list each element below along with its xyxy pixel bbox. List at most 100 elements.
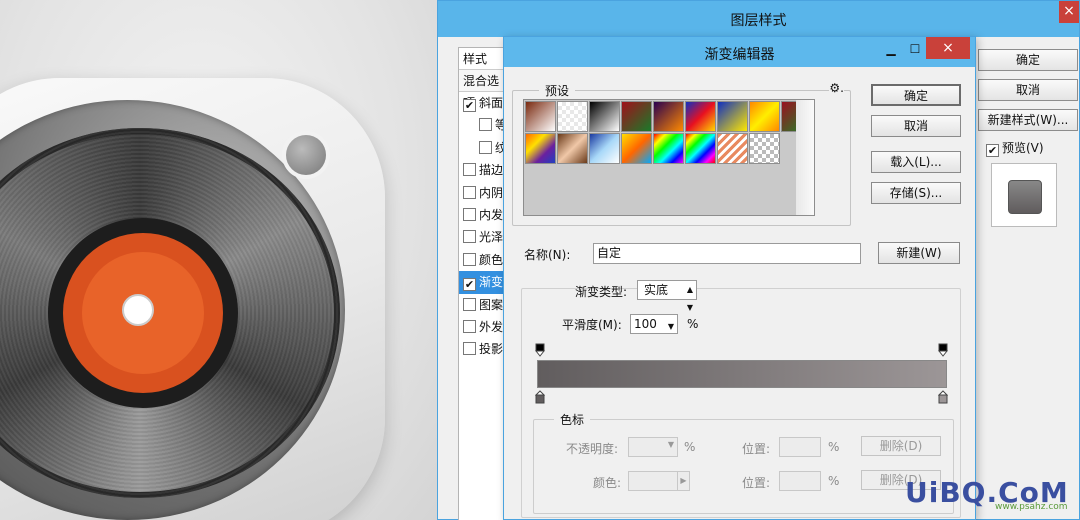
styles-header[interactable]: 样式 (459, 48, 507, 70)
checkbox[interactable] (463, 207, 476, 221)
gradient-cancel-button[interactable]: 取消 (871, 115, 961, 137)
style-item-label: 颜色 (479, 252, 504, 267)
style-item[interactable]: 外发 (459, 316, 507, 338)
opacity-stop-right[interactable] (938, 343, 948, 357)
layer-style-ok-button[interactable]: 确定 (978, 49, 1078, 71)
preset-swatch[interactable] (685, 133, 716, 164)
style-item-label: 投影 (479, 342, 504, 357)
opacity-input[interactable]: ▼ (628, 437, 678, 457)
check-icon[interactable]: ✔ (986, 144, 999, 157)
preview-swatch (1008, 180, 1042, 214)
preset-swatch[interactable] (653, 101, 684, 132)
presets-label: 预设 (539, 82, 576, 99)
preset-swatch[interactable] (525, 101, 556, 132)
style-preview (991, 163, 1057, 227)
style-item[interactable]: 描边 (459, 159, 507, 181)
layer-style-cancel-button[interactable]: 取消 (978, 79, 1078, 101)
load-button[interactable]: 载入(L)... (871, 151, 961, 173)
checkbox[interactable] (463, 163, 476, 177)
save-button[interactable]: 存储(S)... (871, 182, 961, 204)
gradient-editor-close-button[interactable]: × (926, 37, 970, 59)
preset-swatch[interactable] (589, 101, 620, 132)
style-item[interactable]: 纹 (459, 137, 507, 159)
style-item[interactable]: 颜色 (459, 249, 507, 271)
styles-list: 样式 混合选项 ✔斜面等纹描边内阴内发光泽颜色 ✔渐变图案外发投影 (458, 47, 508, 520)
color-stop-right[interactable] (938, 390, 948, 404)
preset-swatch[interactable] (717, 133, 748, 164)
new-style-button[interactable]: 新建样式(W)... (978, 109, 1078, 131)
style-item-label: 内发 (479, 207, 504, 222)
gradient-type-select[interactable]: 实底 ▲ ▼ (637, 280, 697, 312)
record-spindle (122, 294, 154, 326)
preset-swatch[interactable] (621, 133, 652, 164)
layer-style-titlebar[interactable]: 图层样式 × (438, 1, 1079, 37)
preset-swatch[interactable] (557, 101, 588, 132)
style-item[interactable]: 内阴 (459, 182, 507, 204)
blend-options-item[interactable]: 混合选项 (459, 70, 507, 110)
style-item[interactable]: ✔ 渐变 (459, 271, 507, 294)
chevron-right-icon: ▶ (677, 472, 689, 490)
checkbox[interactable] (463, 185, 476, 199)
gear-icon[interactable]: ⚙. (829, 81, 844, 95)
checkbox[interactable] (463, 230, 476, 244)
check-icon[interactable]: ✔ (463, 278, 476, 292)
preset-swatches (523, 99, 815, 216)
checkbox[interactable] (463, 297, 476, 311)
canvas-artwork (0, 0, 440, 520)
checkbox[interactable] (463, 342, 476, 356)
preset-swatch[interactable] (717, 101, 748, 132)
style-item[interactable]: 投影 (459, 338, 507, 360)
updown-icon: ▲ ▼ (686, 285, 693, 312)
style-item[interactable]: ✔ 斜面 (459, 92, 507, 114)
preset-swatch[interactable] (557, 133, 588, 164)
opacity-stop-left[interactable] (535, 343, 545, 357)
smoothness-value: 100 (634, 317, 657, 331)
preset-swatch[interactable] (685, 101, 716, 132)
style-item-label: 光泽 (479, 230, 504, 245)
stops-label: 色标 (554, 411, 591, 428)
color-swatch-input[interactable]: ▶ (628, 471, 690, 491)
checkbox[interactable] (463, 252, 476, 266)
checkbox[interactable] (479, 118, 492, 132)
style-item[interactable]: 内发 (459, 204, 507, 226)
preset-swatch[interactable] (589, 133, 620, 164)
style-item-label: 图案 (479, 297, 504, 312)
stops-group: 色标 (533, 411, 954, 514)
knob-dot (286, 135, 326, 175)
check-icon[interactable]: ✔ (463, 99, 476, 112)
minimize-button[interactable]: ▁ (880, 42, 902, 58)
checkbox[interactable] (463, 319, 476, 333)
checkbox[interactable] (479, 140, 492, 154)
preset-swatch[interactable] (749, 133, 780, 164)
gradient-editor-dialog: 渐变编辑器 ▁ ☐ × 预设 ⚙. 确定 取消 载入(L)... 存储(S)..… (503, 36, 976, 520)
preset-swatch[interactable] (621, 101, 652, 132)
style-item[interactable]: 等 (459, 114, 507, 136)
opacity-location-label: 位置: (742, 442, 771, 456)
layer-style-title: 图层样式 (730, 13, 787, 29)
color-location-input[interactable] (779, 471, 821, 491)
preview-label: 预览(V) (1002, 141, 1044, 155)
watermark-url: www.psahz.com (995, 502, 1068, 512)
new-gradient-button[interactable]: 新建(W) (878, 242, 960, 264)
preset-swatch[interactable] (653, 133, 684, 164)
layer-style-close-button[interactable]: × (1059, 1, 1079, 23)
color-stop-left[interactable] (535, 390, 545, 404)
opacity-location-input[interactable] (779, 437, 821, 457)
smoothness-input[interactable]: 100 ▼ (630, 314, 678, 334)
preset-swatch[interactable] (525, 133, 556, 164)
opacity-unit: % (684, 440, 696, 454)
gradient-preview-bar[interactable] (537, 360, 947, 388)
presets-scrollbar[interactable] (796, 100, 814, 215)
name-input[interactable]: 自定 (593, 243, 861, 264)
delete-opacity-stop-button[interactable]: 删除(D) (861, 436, 941, 456)
maximize-button[interactable]: ☐ (904, 42, 926, 58)
color-label: 颜色: (593, 476, 622, 490)
preview-checkbox[interactable]: ✔ 预览(V) (986, 139, 1044, 157)
style-item[interactable]: 图案 (459, 294, 507, 316)
gradient-ok-button[interactable]: 确定 (871, 84, 961, 106)
preset-swatch[interactable] (749, 101, 780, 132)
style-item[interactable]: 光泽 (459, 226, 507, 248)
smoothness-unit: % (687, 317, 699, 331)
gradient-editor-titlebar[interactable]: 渐变编辑器 ▁ ☐ × (504, 37, 975, 67)
color-location-unit: % (828, 474, 840, 488)
